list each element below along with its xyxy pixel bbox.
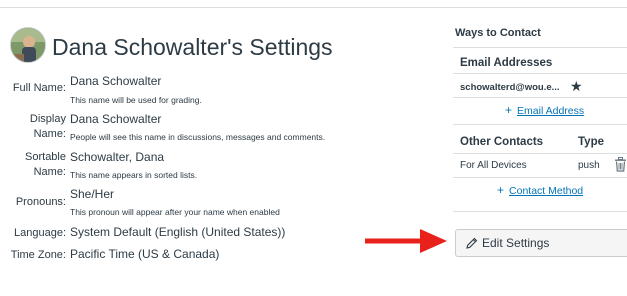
type-column-heading: Type <box>578 136 604 148</box>
contacts-heading-divider <box>453 153 627 154</box>
sortable-name-label-line2: Name: <box>33 166 66 178</box>
display-name-label: Display Name: <box>8 112 66 142</box>
display-name-label-line2: Name: <box>33 128 66 140</box>
pronouns-value: She/Her <box>70 187 115 201</box>
full-name-value: Dana Schowalter <box>70 74 162 88</box>
red-arrow-icon <box>365 229 447 253</box>
avatar-photo-icon <box>11 28 45 62</box>
sidebar-divider <box>453 47 627 48</box>
full-name-hint: This name will be used for grading. <box>70 95 202 105</box>
contact-row-divider <box>453 177 627 178</box>
add-contact-method-label: Contact Method <box>509 185 584 197</box>
contact-row-name: For All Devices <box>460 160 527 171</box>
plus-icon: + <box>505 103 513 117</box>
display-name-hint: People will see this name in discussions… <box>70 132 326 142</box>
page-title: Dana Schowalter's Settings <box>52 34 333 60</box>
display-name-value: Dana Schowalter <box>70 112 162 126</box>
add-email-address-link[interactable]: + Email Address <box>505 103 584 117</box>
other-contacts-heading: Other Contacts <box>460 136 544 148</box>
sortable-name-value: Schowalter, Dana <box>70 150 165 164</box>
time-zone-label: Time Zone: <box>10 249 66 261</box>
sortable-name-hint: This name appears in sorted lists. <box>70 170 198 180</box>
add-contact-method-link[interactable]: + Contact Method <box>497 183 583 197</box>
pencil-icon <box>466 237 478 249</box>
contact-row-type: push <box>578 160 600 171</box>
language-label: Language: <box>14 227 66 239</box>
ways-to-contact-title: Ways to Contact <box>455 27 541 39</box>
email-address-value[interactable]: schowalterd@wou.e... <box>460 82 560 93</box>
email-row-divider <box>453 97 627 98</box>
trash-icon[interactable] <box>614 157 627 172</box>
plus-icon: + <box>497 183 505 197</box>
add-email-address-label: Email Address <box>517 105 585 117</box>
pronouns-hint: This pronoun will appear after your name… <box>70 207 280 217</box>
edit-settings-label: Edit Settings <box>482 236 550 250</box>
sortable-name-label-line1: Sortable <box>25 151 66 163</box>
time-zone-value: Pacific Time (US & Canada) <box>70 247 220 261</box>
edit-settings-button[interactable]: Edit Settings <box>455 229 627 257</box>
email-section-divider <box>453 124 627 125</box>
email-addresses-heading: Email Addresses <box>460 57 553 69</box>
default-star-icon: ★ <box>570 78 583 94</box>
email-heading-divider <box>453 73 627 74</box>
language-value: System Default (English (United States)) <box>70 225 286 239</box>
sortable-name-label: Sortable Name: <box>8 150 66 180</box>
top-divider <box>0 7 627 8</box>
pronouns-label: Pronouns: <box>15 196 66 208</box>
contacts-section-divider <box>453 211 627 212</box>
avatar <box>10 27 46 63</box>
full-name-label: Full Name: <box>12 82 66 94</box>
display-name-label-line1: Display <box>29 113 66 125</box>
